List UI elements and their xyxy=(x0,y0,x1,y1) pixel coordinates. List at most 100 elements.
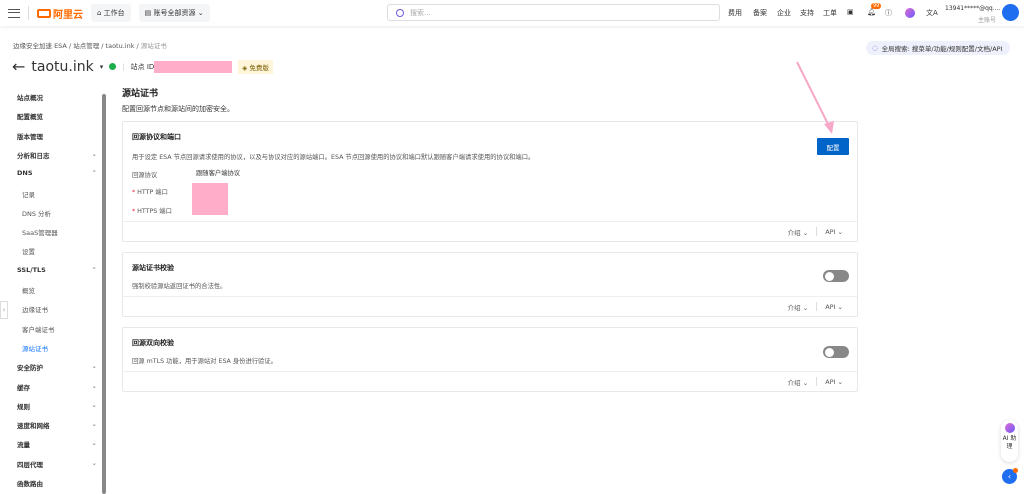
site-id-redacted xyxy=(154,60,233,73)
help-icon[interactable]: ⓘ xyxy=(885,8,892,18)
card-origin-mtls: 回源双向校验 回源 mTLS 功能，用于源站对 ESA 身份进行验证。 介绍 ⌄… xyxy=(122,327,858,392)
protocol-label: 回源协议 xyxy=(132,172,158,179)
breadcrumb-item[interactable]: 边缘安全加速 ESA xyxy=(13,42,67,50)
annotation-arrow xyxy=(796,61,834,134)
https-port-label: HTTPS 端口 xyxy=(137,208,172,215)
ai-icon[interactable] xyxy=(905,8,915,18)
sidebar-item[interactable]: SaaS管理器 xyxy=(22,227,102,237)
page-title: 源站证书 xyxy=(122,89,159,99)
sidebar-item[interactable]: DNS ⌃ xyxy=(17,169,97,177)
language-icon[interactable]: 文A xyxy=(926,8,938,18)
expand-sidebar-button[interactable]: › xyxy=(0,301,8,319)
scrollbar[interactable] xyxy=(102,94,106,494)
link-support[interactable]: 支持 xyxy=(800,8,814,18)
card-footer: 介绍 ⌄ API ⌄ xyxy=(123,296,857,316)
logo-icon xyxy=(37,8,51,18)
resources-dropdown[interactable]: ▤ 账号全部资源 ⌄ xyxy=(138,4,210,22)
sidebar-item[interactable]: 站点概况 xyxy=(17,92,97,102)
breadcrumb-current: 源站证书 xyxy=(140,42,167,50)
sidebar-item[interactable]: SSL/TLS ⌃ xyxy=(17,266,97,274)
account-name[interactable]: 13941*****@qq.... xyxy=(945,5,1000,12)
sidebar-item[interactable]: 设置 xyxy=(22,246,102,256)
card-footer: 介绍 ⌄ API ⌄ xyxy=(123,371,857,391)
sidebar-item[interactable]: 速度和网络 ⌄ xyxy=(17,420,97,430)
ai-icon xyxy=(1004,423,1015,433)
sidebar-item[interactable]: 客户端证书 xyxy=(22,324,102,334)
link-ticket[interactable]: 工单 xyxy=(823,8,837,18)
sidebar-item[interactable]: 安全防护 ⌄ xyxy=(17,362,97,372)
sidebar-item[interactable]: 记录 xyxy=(22,189,102,199)
sidebar-item[interactable]: 边缘证书 xyxy=(22,304,102,314)
api-link[interactable]: API ⌄ xyxy=(825,228,843,236)
sidebar-item-label: 缓存 xyxy=(17,383,30,392)
link-filing[interactable]: 备案 xyxy=(753,8,767,18)
sidebar-item-label: 站点概况 xyxy=(17,94,43,102)
collapse-button[interactable]: ‹ xyxy=(1002,468,1018,484)
global-search[interactable]: ◌ 全局搜索: 搜菜单/功能/规则配置/文档/API xyxy=(866,41,1010,55)
ai-assistant-button[interactable]: AI 助理 xyxy=(1001,420,1018,462)
search-input[interactable]: 搜索... xyxy=(387,4,720,21)
avatar[interactable] xyxy=(1002,4,1019,21)
chevron-up-icon[interactable]: ⌃ xyxy=(92,169,97,177)
sidebar-item[interactable]: 源站证书 xyxy=(22,343,102,353)
configure-button[interactable]: 配置 xyxy=(817,138,849,155)
logo[interactable]: 阿里云 xyxy=(37,6,83,21)
sidebar-item-label: 版本管理 xyxy=(17,132,43,141)
card-origin-protocol: 回源协议和端口 用于设定 ESA 节点回源请求使用的协议，以及与协议对应的源站端… xyxy=(122,121,858,242)
sidebar-item-label: 记录 xyxy=(22,190,35,199)
chevron-down-icon[interactable]: ⌄ xyxy=(92,401,97,411)
intro-link[interactable]: 介绍 ⌄ xyxy=(788,302,809,312)
sidebar-item-label: 设置 xyxy=(22,248,35,257)
api-link[interactable]: API ⌄ xyxy=(825,378,843,386)
sidebar-item-label: SaaS管理器 xyxy=(22,229,58,238)
sidebar-item[interactable]: 函数路由 xyxy=(17,478,97,488)
plan-badge: ◈ 免费版 xyxy=(238,59,273,74)
menu-icon[interactable] xyxy=(8,8,20,18)
sidebar-item[interactable]: 配置概览 xyxy=(17,111,97,121)
intro-link[interactable]: 介绍 ⌄ xyxy=(788,377,809,387)
search-icon xyxy=(396,8,404,17)
sidebar-item[interactable]: 缓存 ⌄ xyxy=(17,382,97,392)
sidebar-item[interactable]: 概览 xyxy=(22,285,102,295)
sidebar-item-label: DNS 分析 xyxy=(22,209,52,218)
chevron-up-icon[interactable]: ⌃ xyxy=(92,266,97,274)
chevron-down-icon[interactable]: ⌄ xyxy=(92,382,97,392)
breadcrumb-item[interactable]: taotu.ink xyxy=(106,42,135,50)
cert-verify-toggle[interactable] xyxy=(823,270,849,282)
sidebar-item[interactable]: 四层代理 ⌄ xyxy=(17,459,97,469)
bell-icon[interactable]: 🔔︎ xyxy=(867,8,876,16)
ai-assistant-label: AI 助理 xyxy=(1002,435,1017,450)
terminal-icon[interactable]: ▣ xyxy=(847,8,854,16)
chevron-down-icon[interactable]: ⌄ xyxy=(92,362,97,372)
sidebar-item[interactable]: 分析和日志 ⌄ xyxy=(17,150,97,160)
api-link[interactable]: API ⌄ xyxy=(825,303,843,311)
site-dropdown-icon[interactable]: ▾ xyxy=(100,63,104,71)
sidebar-item-label: 边缘证书 xyxy=(22,306,48,315)
workbench-button[interactable]: ⌂ 工作台 xyxy=(91,4,131,22)
mtls-toggle[interactable] xyxy=(823,346,849,358)
resources-label: 账号全部资源 xyxy=(153,9,196,17)
link-enterprise[interactable]: 企业 xyxy=(777,8,791,18)
card-title: 回源协议和端口 xyxy=(132,133,181,141)
page-description: 配置回源节点和源站间的加密安全。 xyxy=(122,105,234,113)
site-id-label: 站点 ID xyxy=(130,62,155,71)
link-fees[interactable]: 费用 xyxy=(728,8,742,18)
chevron-down-icon[interactable]: ⌄ xyxy=(92,459,97,469)
chevron-down-icon[interactable]: ⌄ xyxy=(92,439,97,449)
chevron-down-icon[interactable]: ⌄ xyxy=(92,150,97,160)
chevron-down-icon[interactable]: ⌄ xyxy=(92,420,97,430)
sidebar-item-label: SSL/TLS xyxy=(17,265,46,274)
card-footer: 介绍 ⌄ API ⌄ xyxy=(123,221,857,241)
workbench-label: 工作台 xyxy=(103,9,125,17)
sidebar-item[interactable]: 规则 ⌄ xyxy=(17,401,97,411)
sidebar-item[interactable]: 流量 ⌄ xyxy=(17,439,97,449)
breadcrumb-item[interactable]: 站点管理 xyxy=(73,42,99,50)
back-arrow-icon[interactable]: ← xyxy=(12,57,25,76)
intro-link[interactable]: 介绍 ⌄ xyxy=(788,227,809,237)
sidebar-item-label: 函数路由 xyxy=(17,480,43,488)
sidebar-item[interactable]: 版本管理 xyxy=(17,131,97,141)
sidebar: › 站点概况配置概览版本管理分析和日志 ⌄ DNS ⌃ 记录 DNS 分析 SaaS管理器设… xyxy=(0,86,110,494)
sidebar-item[interactable]: DNS 分析 xyxy=(22,208,102,218)
global-search-label: 全局搜索: 搜菜单/功能/规则配置/文档/API xyxy=(881,45,1003,53)
sidebar-item-label: 安全防护 xyxy=(17,364,43,373)
